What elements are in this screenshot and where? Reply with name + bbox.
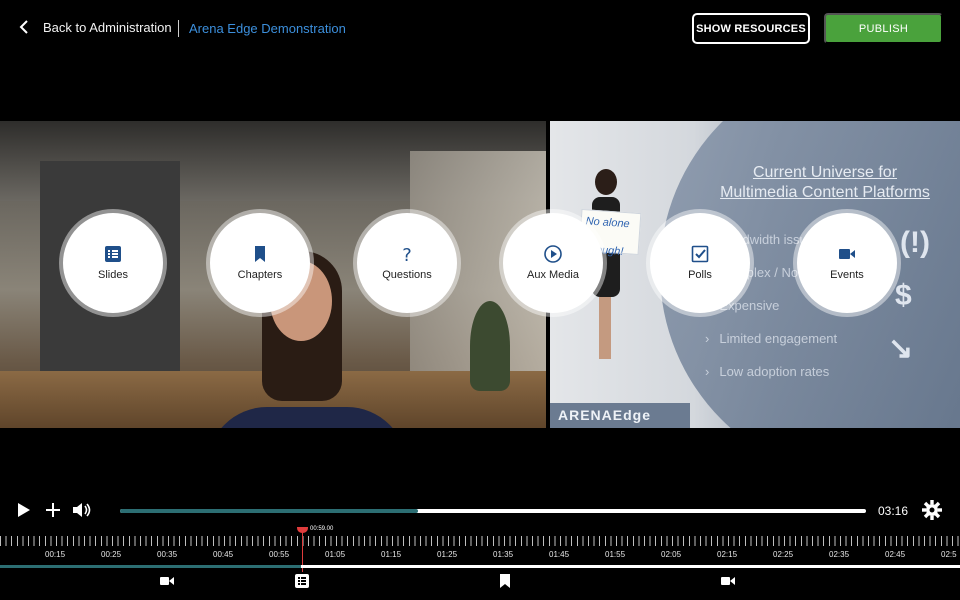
tick-label: 00:15 <box>45 550 66 559</box>
player-controls: 03:16 <box>0 496 960 526</box>
svg-text:?: ? <box>402 245 412 263</box>
breadcrumb[interactable]: Arena Edge Demonstration <box>189 21 346 36</box>
slide-title: Current Universe for Multimedia Content … <box>720 164 930 201</box>
tick-label: 02:45 <box>885 550 906 559</box>
tick-label: 01:05 <box>325 550 346 559</box>
tick-label: 00:25 <box>101 550 122 559</box>
slide-bullet: Limited engagement <box>705 322 837 355</box>
tick-label: 02:5 <box>941 550 957 559</box>
timeline-track[interactable] <box>0 565 960 568</box>
settings-button[interactable] <box>922 500 942 520</box>
tick-label: 02:15 <box>717 550 738 559</box>
trend-down-icon: ↘ <box>888 332 914 365</box>
event-marker[interactable] <box>720 573 736 589</box>
chapter-marker[interactable] <box>497 573 513 589</box>
menu-label: Events <box>830 269 864 281</box>
tick-label: 01:15 <box>381 550 402 559</box>
gear-icon <box>922 500 942 520</box>
event-marker[interactable] <box>159 573 175 589</box>
tick-label: 00:35 <box>157 550 178 559</box>
back-label: Back to Administration <box>43 19 172 35</box>
play-circle-icon <box>544 245 562 263</box>
slides-button[interactable]: Slides <box>63 213 163 313</box>
timeline-track-fill <box>0 565 302 568</box>
tick-label: 01:35 <box>493 550 514 559</box>
timeline-ticks <box>0 536 960 546</box>
playhead-handle[interactable] <box>297 527 308 533</box>
chapters-button[interactable]: Chapters <box>210 213 310 313</box>
volume-button[interactable] <box>72 500 92 520</box>
breadcrumb-divider <box>178 20 179 37</box>
slides-list-icon <box>105 246 121 262</box>
chevron-left-icon <box>19 20 28 34</box>
volume-icon <box>73 503 91 517</box>
slides-list-icon <box>295 574 309 588</box>
video-camera-icon <box>721 577 735 585</box>
video-camera-icon <box>160 577 174 585</box>
top-bar: Back to Administration Arena Edge Demons… <box>0 0 960 56</box>
menu-label: Polls <box>688 269 712 281</box>
play-icon <box>18 503 30 517</box>
show-resources-button[interactable]: SHOW RESOURCES <box>692 13 810 44</box>
arena-edge-logo: ARENAEdge <box>550 403 690 428</box>
playhead-time: 00:59.00 <box>310 526 334 532</box>
warning-icon: (!) <box>900 226 930 259</box>
back-to-administration-link[interactable]: Back to Administration <box>18 19 172 35</box>
question-mark-icon: ? <box>402 245 412 263</box>
events-button[interactable]: Events <box>797 213 897 313</box>
checkbox-icon <box>691 245 709 263</box>
tick-label: 01:25 <box>437 550 458 559</box>
dollar-icon: $ <box>895 279 912 312</box>
slide-marker[interactable] <box>294 573 310 589</box>
tick-label: 01:45 <box>549 550 570 559</box>
menu-label: Chapters <box>237 269 283 281</box>
aux-media-button[interactable]: Aux Media <box>503 213 603 313</box>
play-button[interactable] <box>14 500 34 520</box>
duration-label: 03:16 <box>878 504 909 518</box>
menu-label: Questions <box>382 269 432 281</box>
slide-panel[interactable]: No alone is enough! Current Universe for… <box>550 121 960 428</box>
timeline[interactable]: 00:15 00:25 00:35 00:45 00:55 01:05 01:15 01:25… <box>0 526 960 600</box>
questions-button[interactable]: ? Questions <box>357 213 457 313</box>
menu-label: Aux Media <box>527 269 579 281</box>
progress-fill <box>120 509 419 513</box>
tick-label: 02:35 <box>829 550 850 559</box>
bookmark-icon <box>500 574 510 588</box>
video-camera-icon <box>839 249 855 259</box>
tick-label: 02:05 <box>661 550 682 559</box>
menu-label: Slides <box>98 269 128 281</box>
bookmark-icon <box>255 246 265 262</box>
tick-label: 00:55 <box>269 550 290 559</box>
tick-label: 02:25 <box>773 550 794 559</box>
tick-label: 00:45 <box>213 550 234 559</box>
slide-bullet: Low adoption rates <box>705 355 837 388</box>
progress-bar[interactable] <box>120 509 866 513</box>
plus-icon <box>46 503 60 517</box>
tick-label: 01:55 <box>605 550 626 559</box>
publish-button[interactable]: PUBLISH <box>824 13 943 44</box>
polls-button[interactable]: Polls <box>650 213 750 313</box>
add-button[interactable] <box>43 500 63 520</box>
